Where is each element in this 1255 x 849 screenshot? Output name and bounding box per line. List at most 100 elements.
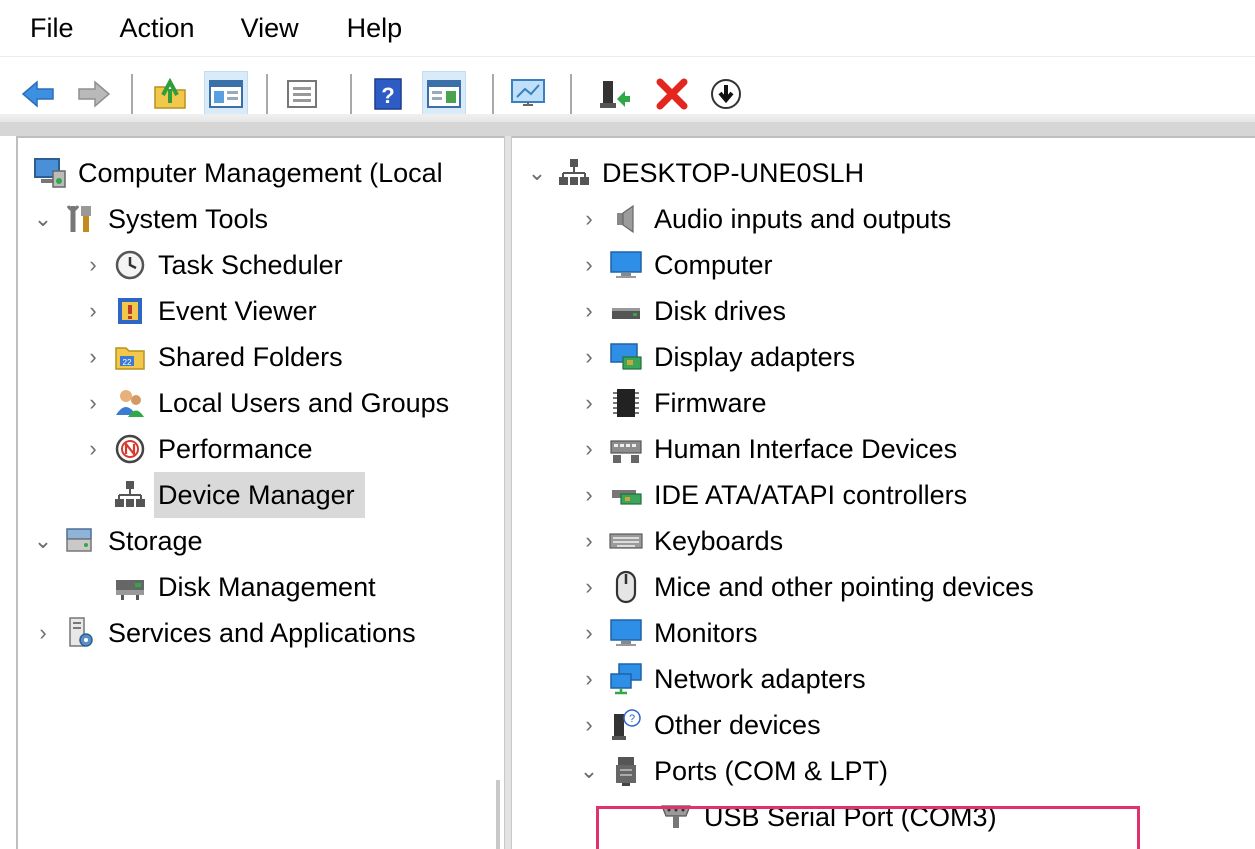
chevron-right-icon[interactable]: › (578, 288, 600, 334)
show-hide-console-tree-icon (209, 80, 243, 108)
tree-node-system-tools[interactable]: ⌄ System Tools (32, 196, 268, 242)
computer-management-icon (32, 155, 68, 191)
chevron-right-icon[interactable]: › (82, 380, 104, 426)
tree-node-shared-folders[interactable]: › 22 Shared Folders (82, 334, 342, 380)
chevron-right-icon[interactable]: › (578, 334, 600, 380)
menu-file[interactable]: File (30, 0, 74, 56)
up-folder-icon (154, 77, 186, 109)
tree-node-computer-management[interactable]: Computer Management (Local (32, 150, 443, 196)
properties-icon (287, 80, 317, 108)
device-category-ide-controllers[interactable]: › IDE ATA/ATAPI controllers (578, 472, 967, 518)
device-node-label: DESKTOP-UNE0SLH (602, 158, 865, 188)
ide-controller-icon (608, 477, 644, 513)
chevron-down-icon[interactable]: ⌄ (526, 150, 548, 196)
help-button[interactable]: ? (366, 71, 410, 117)
toolbar-separator (570, 74, 572, 114)
properties-button[interactable] (280, 71, 324, 117)
device-node-label: Keyboards (654, 526, 784, 556)
network-adapter-icon (608, 661, 644, 697)
up-button[interactable] (148, 71, 192, 117)
forward-icon (78, 80, 111, 108)
device-node-label: IDE ATA/ATAPI controllers (654, 480, 968, 510)
device-category-computer[interactable]: › Computer (578, 242, 773, 288)
tree-node-storage[interactable]: ⌄ Storage (32, 518, 203, 564)
chevron-right-icon[interactable]: › (82, 242, 104, 288)
device-category-network-adapters[interactable]: › Network adapters (578, 656, 866, 702)
chip-icon (608, 385, 644, 421)
pane-header-strip (0, 122, 1255, 136)
chevron-right-icon[interactable]: › (82, 334, 104, 380)
uninstall-icon (656, 78, 688, 110)
tree-node-task-scheduler[interactable]: › Task Scheduler (82, 242, 343, 288)
tree-node-performance[interactable]: › Performance (82, 426, 312, 472)
scan-hardware-icon (511, 79, 545, 106)
disable-device-button[interactable] (704, 71, 748, 117)
device-category-display-adapters[interactable]: › Display adapters (578, 334, 855, 380)
toolbar-divider (0, 114, 1255, 122)
chevron-right-icon[interactable]: › (578, 610, 600, 656)
update-driver-button[interactable] (592, 71, 636, 117)
tree-node-label: Local Users and Groups (158, 388, 450, 418)
console-tree-pane: Computer Management (Local ⌄ System Tool… (16, 136, 504, 849)
chevron-down-icon[interactable]: ⌄ (578, 748, 600, 794)
chevron-right-icon[interactable]: › (82, 288, 104, 334)
speaker-icon (608, 201, 644, 237)
uninstall-button[interactable] (650, 71, 694, 117)
device-node-label: Mice and other pointing devices (654, 572, 1034, 602)
device-category-ports[interactable]: ⌄ Ports (COM & LPT) (578, 748, 888, 794)
device-node-computer-root[interactable]: ⌄ DESKTOP-UNE0SLH (526, 150, 864, 196)
device-node-label: Monitors (654, 618, 758, 648)
chevron-right-icon[interactable]: › (578, 518, 600, 564)
hid-icon (608, 431, 644, 467)
show-hide-console-tree-button[interactable] (204, 71, 248, 117)
tree-node-label: Event Viewer (158, 296, 317, 326)
help-icon: ? (374, 78, 402, 110)
device-category-hid[interactable]: › Human Interface Devices (578, 426, 957, 472)
forward-button[interactable] (72, 71, 116, 117)
chevron-right-icon[interactable]: › (578, 564, 600, 610)
tree-node-services-and-applications[interactable]: › Services and Applications (32, 610, 416, 656)
menu-view[interactable]: View (241, 0, 299, 56)
svg-text:?: ? (381, 83, 394, 108)
highlight-box (596, 806, 1140, 849)
chevron-right-icon[interactable]: › (578, 426, 600, 472)
device-category-mice[interactable]: › Mice and other pointing devices (578, 564, 1034, 610)
device-node-label: Disk drives (654, 296, 787, 326)
device-category-disk-drives[interactable]: › Disk drives (578, 288, 786, 334)
chevron-right-icon[interactable]: › (578, 472, 600, 518)
show-hide-action-pane-icon (427, 80, 461, 108)
show-hide-action-pane-button[interactable] (422, 71, 466, 117)
pane-splitter[interactable] (504, 136, 512, 849)
device-node-label: Computer (654, 250, 773, 280)
toolbar-separator (266, 74, 268, 114)
menu-help[interactable]: Help (347, 0, 403, 56)
device-node-label: Audio inputs and outputs (654, 204, 952, 234)
display-adapter-icon (608, 339, 644, 375)
chevron-right-icon[interactable]: › (32, 610, 54, 656)
tree-node-disk-management[interactable]: Disk Management (82, 564, 376, 610)
menu-action[interactable]: Action (120, 0, 195, 56)
left-pane-scrollbar[interactable] (496, 780, 500, 849)
chevron-right-icon[interactable]: › (578, 656, 600, 702)
chevron-right-icon[interactable]: › (82, 426, 104, 472)
chevron-right-icon[interactable]: › (578, 702, 600, 748)
toolbar-separator (492, 74, 494, 114)
back-icon (21, 80, 54, 108)
chevron-right-icon[interactable]: › (578, 196, 600, 242)
tree-node-label: Task Scheduler (158, 250, 343, 280)
tree-node-local-users-and-groups[interactable]: › Local Users and Groups (82, 380, 449, 426)
chevron-right-icon[interactable]: › (578, 242, 600, 288)
tree-node-event-viewer[interactable]: › Event Viewer (82, 288, 317, 334)
device-category-audio[interactable]: › Audio inputs and outputs (578, 196, 951, 242)
chevron-down-icon[interactable]: ⌄ (32, 196, 54, 242)
unknown-device-icon: ? (608, 707, 644, 743)
scan-hardware-button[interactable] (506, 71, 550, 117)
device-category-other-devices[interactable]: › ? Other devices (578, 702, 821, 748)
device-category-monitors[interactable]: › Monitors (578, 610, 758, 656)
back-button[interactable] (16, 71, 60, 117)
chevron-right-icon[interactable]: › (578, 380, 600, 426)
device-category-firmware[interactable]: › Firmware (578, 380, 766, 426)
tree-node-device-manager[interactable]: Device Manager (82, 472, 365, 518)
device-category-keyboards[interactable]: › Keyboards (578, 518, 783, 564)
chevron-down-icon[interactable]: ⌄ (32, 518, 54, 564)
